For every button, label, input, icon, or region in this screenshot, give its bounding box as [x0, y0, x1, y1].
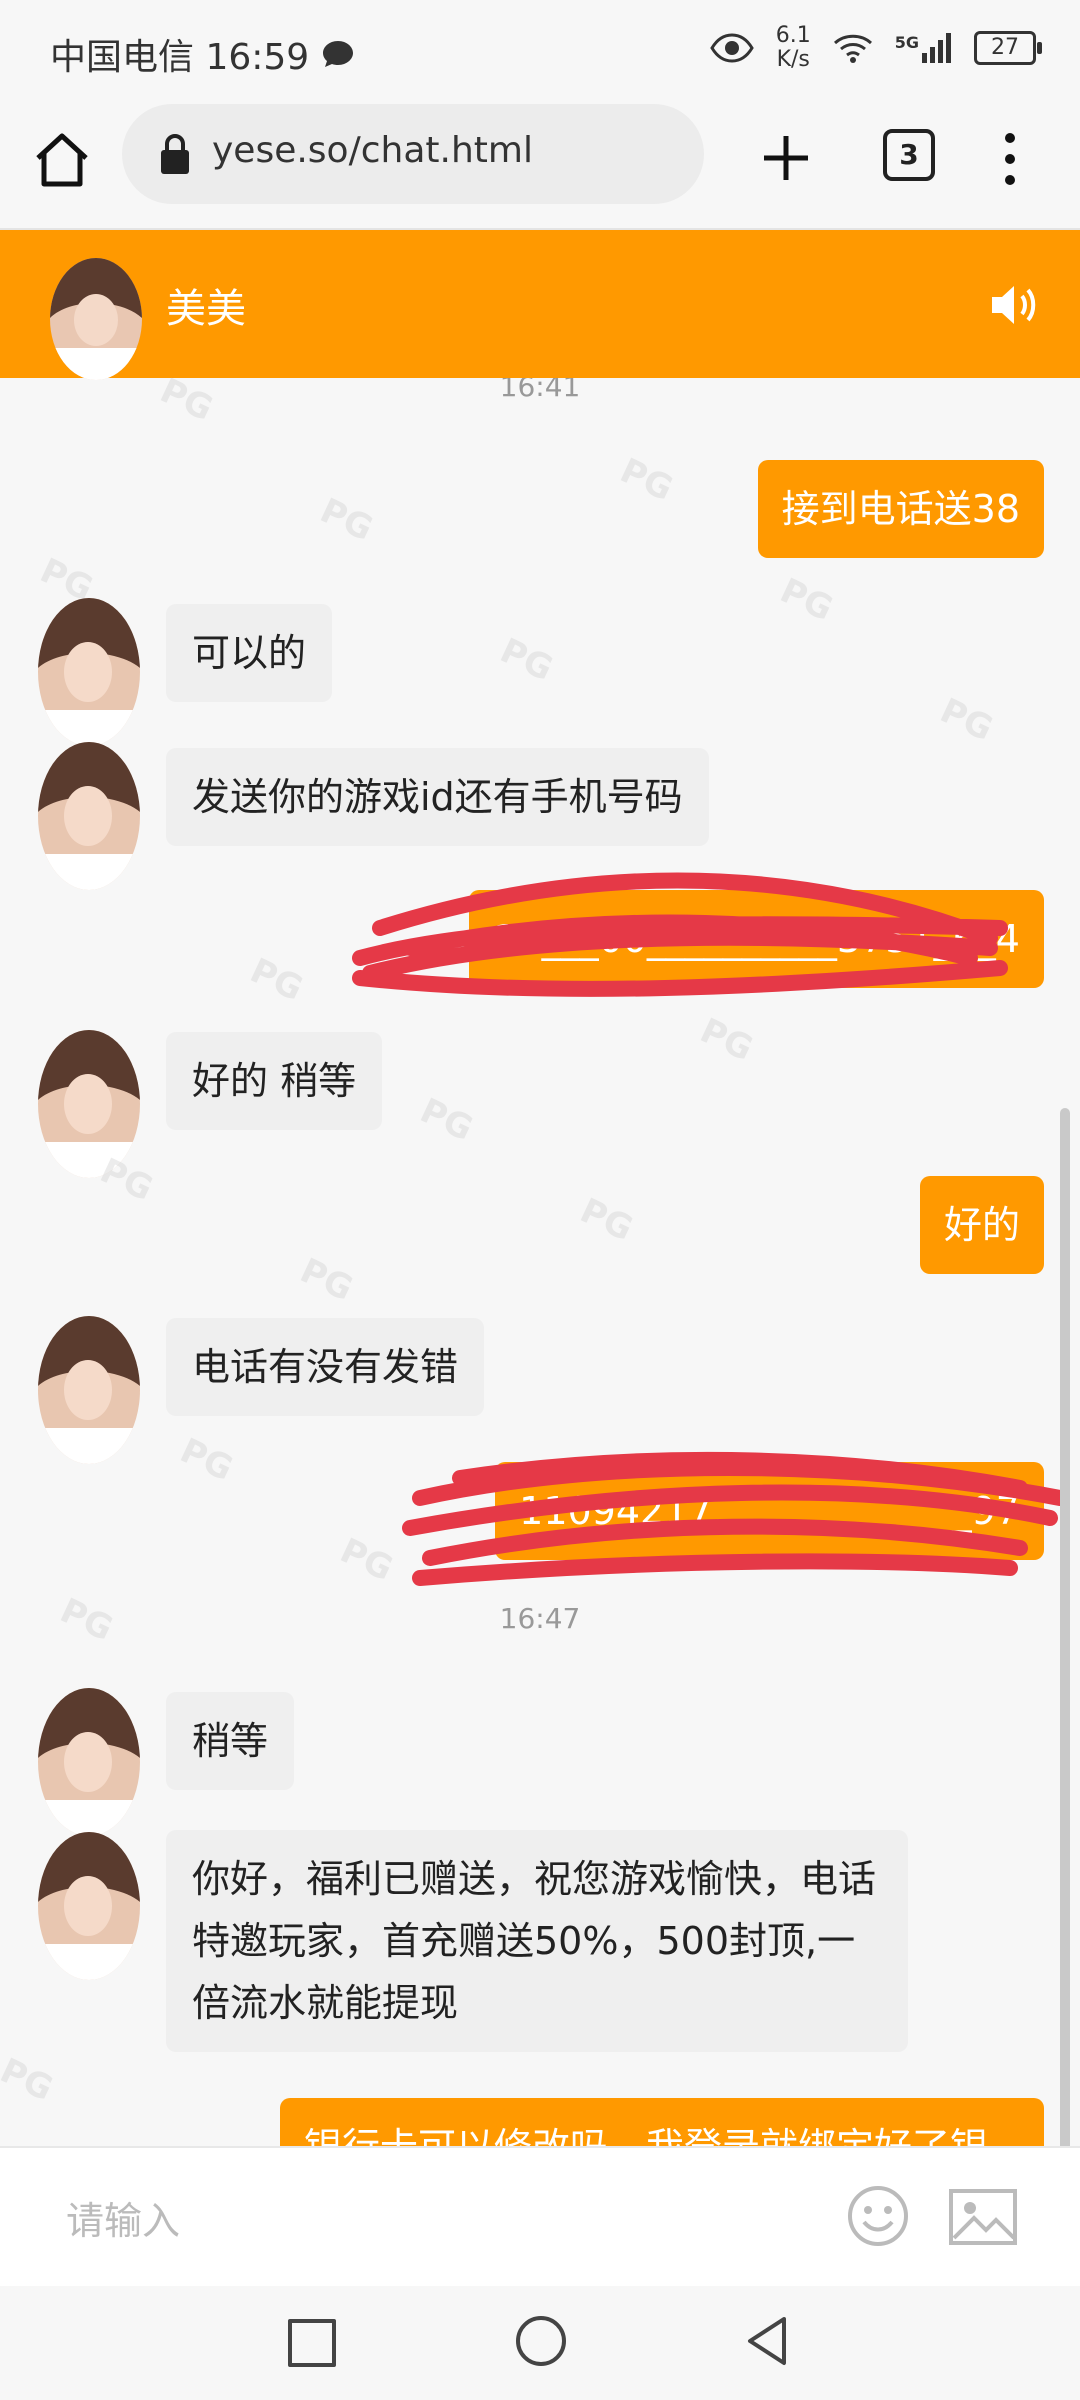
message-timestamp: 16:41 — [499, 378, 581, 403]
avatar[interactable] — [38, 1688, 140, 1836]
chat-bubble-icon — [323, 41, 354, 67]
battery-indicator: 27 — [974, 31, 1042, 65]
message-input-bar — [0, 2146, 1080, 2288]
address-bar[interactable]: yese.so/chat.html — [122, 104, 704, 204]
chat-header: 美美 — [0, 230, 1080, 380]
url-text: yese.so/chat.html — [212, 130, 533, 171]
more-menu-icon[interactable] — [992, 124, 1028, 194]
message-list[interactable]: 16:41 接到电话送38 可以的 发送你的游戏id还有手机号码 11___00… — [0, 378, 1080, 2146]
avatar[interactable] — [38, 1316, 140, 1464]
message-outgoing[interactable]: 银行卡可以修改吗，我登录就绑定好了银 — [280, 2098, 1044, 2146]
home-icon[interactable] — [30, 128, 94, 192]
message-incoming[interactable]: 稍等 — [166, 1692, 295, 1790]
message-outgoing[interactable]: 接到电话送38 — [757, 460, 1044, 558]
message-incoming[interactable]: 你好，福利已赠送，祝您游戏愉快，电话特邀玩家，首充赠送50%，500封顶,一倍流… — [166, 1830, 908, 2052]
network-type-label: 5G — [894, 33, 919, 52]
carrier-time: 中国电信 16:59 — [50, 37, 310, 78]
status-left: 中国电信 16:59 — [50, 28, 355, 80]
status-right: 6.1 K/s 5G 27 — [709, 24, 1042, 72]
browser-toolbar: yese.so/chat.html 3 — [0, 104, 1080, 230]
tab-switcher-button[interactable]: 3 — [883, 129, 935, 181]
image-icon[interactable] — [948, 2188, 1018, 2246]
message-incoming[interactable]: 可以的 — [166, 604, 333, 702]
recents-button[interactable] — [288, 2319, 336, 2367]
lock-icon — [161, 134, 189, 174]
new-tab-icon[interactable] — [756, 128, 816, 188]
emoji-icon[interactable] — [846, 2184, 910, 2248]
avatar[interactable] — [38, 1030, 140, 1178]
message-timestamp: 16:47 — [499, 1602, 581, 1635]
back-icon[interactable] — [744, 2314, 790, 2368]
message-incoming[interactable]: 电话有没有发错 — [166, 1318, 485, 1416]
message-incoming[interactable]: 好的 稍等 — [166, 1032, 383, 1130]
message-outgoing[interactable]: 好的 — [919, 1176, 1044, 1274]
contact-name: 美美 — [166, 286, 246, 332]
message-outgoing-redacted[interactable]: 11___00__________3751_6_4 — [469, 890, 1044, 988]
wifi-icon — [833, 34, 872, 63]
net-speed-value: 6.1 — [775, 23, 811, 48]
speaker-icon[interactable] — [988, 280, 1042, 330]
system-navigation-bar — [0, 2286, 1080, 2400]
avatar[interactable] — [38, 742, 140, 890]
scrollbar[interactable] — [1060, 1108, 1070, 2146]
home-button[interactable] — [516, 2316, 566, 2366]
contact-avatar[interactable] — [50, 258, 142, 380]
avatar[interactable] — [38, 1832, 140, 1980]
status-bar: 中国电信 16:59 6.1 K/s 5G 27 — [0, 0, 1080, 104]
net-speed-unit: K/s — [776, 47, 810, 72]
message-outgoing-redacted[interactable]: 11094217,_____________97 — [495, 1462, 1044, 1560]
avatar[interactable] — [38, 598, 140, 746]
message-incoming[interactable]: 发送你的游戏id还有手机号码 — [166, 748, 709, 846]
eye-icon — [709, 33, 754, 63]
net-speed: 6.1 K/s — [776, 24, 811, 72]
signal-icon — [922, 33, 951, 63]
message-input[interactable] — [64, 2192, 768, 2250]
